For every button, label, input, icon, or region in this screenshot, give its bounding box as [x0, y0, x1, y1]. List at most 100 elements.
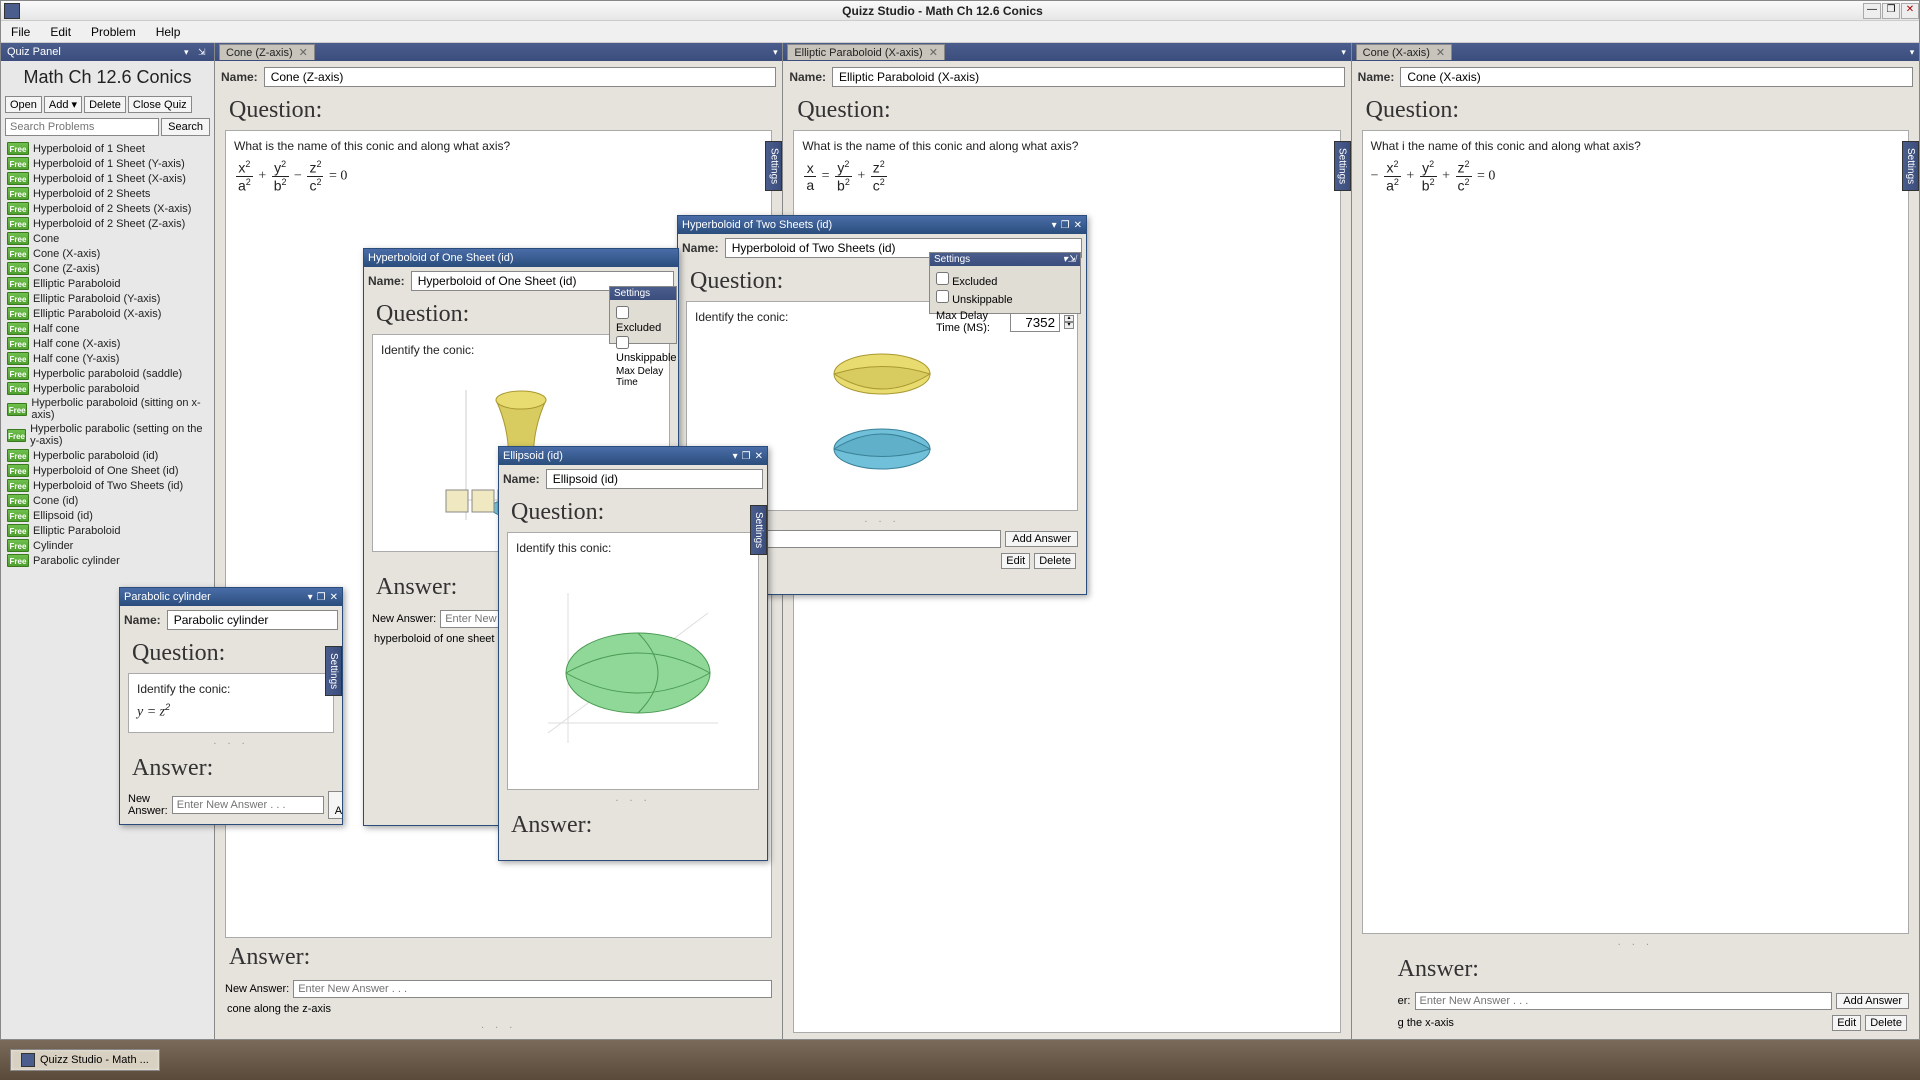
problem-item[interactable]: FreeHyperbolic paraboloid (id)	[5, 448, 210, 463]
close-button[interactable]: ✕	[1901, 3, 1919, 19]
question-box[interactable]: What i the name of this conic and along …	[1362, 130, 1909, 934]
problem-item[interactable]: FreeHyperbolic paraboloid (sitting on x-…	[5, 396, 210, 422]
search-input[interactable]	[5, 118, 159, 136]
menu-file[interactable]: File	[1, 25, 40, 39]
question-box[interactable]: Identify this conic:	[507, 532, 759, 790]
free-badge: Free	[7, 217, 29, 230]
problem-item[interactable]: FreeHyperboloid of 1 Sheet	[5, 141, 210, 156]
close-quiz-button[interactable]: Close Quiz	[128, 96, 192, 113]
resize-grip[interactable]: . . .	[1358, 934, 1913, 950]
new-answer-input[interactable]	[293, 980, 772, 998]
question-box[interactable]: Identify the conic: y = z2	[128, 673, 334, 733]
problem-item[interactable]: FreeHyperboloid of 2 Sheet (Z-axis)	[5, 216, 210, 231]
problem-item[interactable]: FreeCone	[5, 231, 210, 246]
close-tab-icon[interactable]: ✕	[929, 46, 938, 59]
name-label: Name:	[789, 70, 826, 84]
problem-item[interactable]: FreeElliptic Paraboloid (X-axis)	[5, 306, 210, 321]
menu-edit[interactable]: Edit	[40, 25, 81, 39]
excluded-checkbox[interactable]: Excluded	[616, 306, 670, 334]
problem-item[interactable]: FreeHalf cone (X-axis)	[5, 336, 210, 351]
settings-tab[interactable]: Settings	[750, 505, 767, 555]
delete-button[interactable]: Delete	[1865, 1015, 1907, 1031]
max-delay-input[interactable]	[1010, 313, 1060, 332]
problem-item[interactable]: FreeElliptic Paraboloid	[5, 523, 210, 538]
panel-dropdown-icon[interactable]: ▾	[184, 47, 194, 57]
problem-item[interactable]: FreeElliptic Paraboloid (Y-axis)	[5, 291, 210, 306]
settings-tab[interactable]: Settings	[1334, 141, 1351, 191]
maximize-icon[interactable]: ❐	[1061, 220, 1070, 231]
problem-item[interactable]: FreeHyperboloid of 1 Sheet (Y-axis)	[5, 156, 210, 171]
search-button[interactable]: Search	[161, 118, 210, 136]
problem-item[interactable]: FreeElliptic Paraboloid	[5, 276, 210, 291]
pin-icon[interactable]: ⇲	[1068, 254, 1076, 265]
tab-cone-z[interactable]: Cone (Z-axis)✕	[219, 44, 315, 60]
spin-down-icon[interactable]: ▾	[1064, 322, 1074, 329]
menu-problem[interactable]: Problem	[81, 25, 146, 39]
minimize-icon[interactable]: ▾	[308, 592, 313, 603]
name-input[interactable]	[832, 67, 1345, 87]
add-button[interactable]: Add ▾	[44, 96, 82, 113]
maximize-icon[interactable]: ❐	[742, 451, 751, 462]
new-answer-input[interactable]	[172, 796, 324, 814]
problem-item[interactable]: FreeHyperboloid of 1 Sheet (X-axis)	[5, 171, 210, 186]
add-answer-button[interactable]: Add Answer	[328, 791, 342, 819]
problem-item[interactable]: FreeCylinder	[5, 538, 210, 553]
problem-item[interactable]: FreeHalf cone	[5, 321, 210, 336]
resize-grip[interactable]: . . .	[124, 733, 338, 749]
spin-up-icon[interactable]: ▴	[1064, 315, 1074, 322]
menu-help[interactable]: Help	[146, 25, 191, 39]
window-parabolic-cylinder[interactable]: Parabolic cylinder▾❐✕ Name: Question: Id…	[119, 587, 343, 825]
problem-item[interactable]: FreeCone (Z-axis)	[5, 261, 210, 276]
resize-grip[interactable]: . . .	[221, 1017, 776, 1033]
problem-item[interactable]: FreeHyperbolic paraboloid	[5, 381, 210, 396]
problem-item[interactable]: FreeHyperbolic parabolic (setting on the…	[5, 422, 210, 448]
problem-item[interactable]: FreeHyperboloid of 2 Sheets	[5, 186, 210, 201]
minimize-button[interactable]: —	[1863, 3, 1881, 19]
window-ellipsoid[interactable]: Ellipsoid (id)▾❐✕ Name: Question: Identi…	[498, 446, 768, 861]
close-icon[interactable]: ✕	[755, 451, 763, 462]
tab-cone-x[interactable]: Cone (X-axis)✕	[1356, 44, 1452, 60]
problem-item[interactable]: FreeHyperboloid of Two Sheets (id)	[5, 478, 210, 493]
problem-item[interactable]: FreeHyperbolic paraboloid (saddle)	[5, 366, 210, 381]
problem-item[interactable]: FreeParabolic cylinder	[5, 553, 210, 568]
delete-button[interactable]: Delete	[1034, 553, 1076, 569]
settings-tab[interactable]: Settings	[1902, 141, 1919, 191]
tab-dropdown-icon[interactable]: ▾	[1337, 47, 1351, 58]
delete-button[interactable]: Delete	[84, 96, 126, 113]
unskippable-checkbox[interactable]: Unskippable	[616, 336, 670, 364]
problem-item[interactable]: FreeHyperboloid of 2 Sheets (X-axis)	[5, 201, 210, 216]
name-input[interactable]	[1400, 67, 1913, 87]
name-input[interactable]	[546, 469, 763, 489]
panel-pin-icon[interactable]: ⇲	[198, 47, 208, 57]
maximize-icon[interactable]: ❐	[317, 592, 326, 603]
tab-dropdown-icon[interactable]: ▾	[1905, 47, 1919, 58]
unskippable-checkbox[interactable]: Unskippable	[936, 290, 1074, 306]
add-answer-button[interactable]: Add Answer	[1005, 531, 1078, 547]
resize-grip[interactable]: . . .	[503, 790, 763, 806]
name-input[interactable]	[167, 610, 338, 630]
open-button[interactable]: Open	[5, 96, 42, 113]
maximize-button[interactable]: ❐	[1882, 3, 1900, 19]
taskbar-app-button[interactable]: Quizz Studio - Math ...	[10, 1049, 160, 1071]
minimize-icon[interactable]: ▾	[733, 451, 738, 462]
problem-item[interactable]: FreeCone (X-axis)	[5, 246, 210, 261]
edit-button[interactable]: Edit	[1832, 1015, 1861, 1031]
problem-item[interactable]: FreeEllipsoid (id)	[5, 508, 210, 523]
edit-button[interactable]: Edit	[1001, 553, 1030, 569]
close-icon[interactable]: ✕	[330, 592, 338, 603]
close-icon[interactable]: ✕	[1074, 220, 1082, 231]
tab-dropdown-icon[interactable]: ▾	[768, 47, 782, 58]
settings-tab[interactable]: Settings	[765, 141, 782, 191]
problem-item[interactable]: FreeHyperboloid of One Sheet (id)	[5, 463, 210, 478]
problem-item[interactable]: FreeCone (id)	[5, 493, 210, 508]
settings-tab[interactable]: Settings	[325, 646, 342, 696]
name-input[interactable]	[264, 67, 777, 87]
new-answer-input[interactable]	[1415, 992, 1833, 1010]
minimize-icon[interactable]: ▾	[1052, 220, 1057, 231]
close-tab-icon[interactable]: ✕	[1436, 46, 1445, 59]
add-answer-button[interactable]: Add Answer	[1836, 993, 1909, 1009]
problem-item[interactable]: FreeHalf cone (Y-axis)	[5, 351, 210, 366]
close-tab-icon[interactable]: ✕	[299, 46, 308, 59]
excluded-checkbox[interactable]: Excluded	[936, 272, 1074, 288]
tab-elliptic-paraboloid[interactable]: Elliptic Paraboloid (X-axis)✕	[787, 44, 945, 60]
